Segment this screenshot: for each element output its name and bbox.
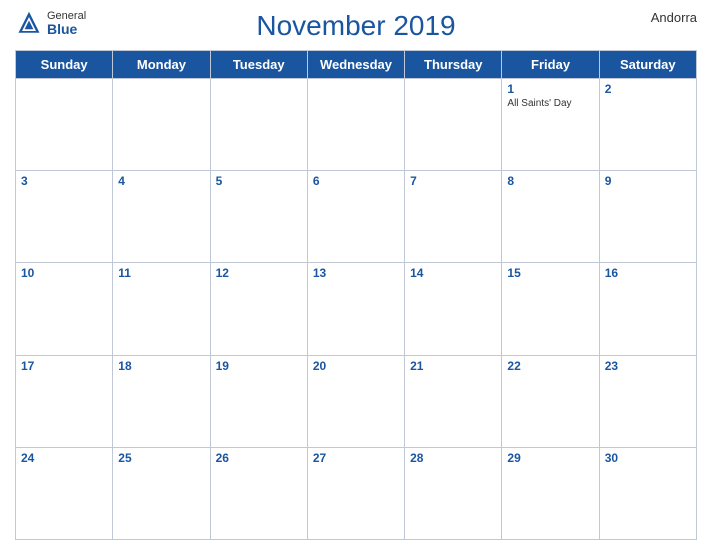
header-thursday: Thursday	[405, 51, 502, 79]
calendar-wrapper: General Blue November 2019 Andorra Sunda…	[0, 0, 712, 550]
day-number-25: 25	[118, 451, 204, 465]
day-cell-1-2: 5	[210, 171, 307, 263]
day-cell-3-4: 21	[405, 355, 502, 447]
week-row-1: 1 All Saints' Day 2	[16, 79, 697, 171]
day-cell-1-0: 3	[16, 171, 113, 263]
header-monday: Monday	[113, 51, 210, 79]
day-cell-4-3: 27	[307, 447, 404, 539]
day-number-4: 4	[118, 174, 204, 188]
day-cell-3-3: 20	[307, 355, 404, 447]
day-number-17: 17	[21, 359, 107, 373]
day-number-13: 13	[313, 266, 399, 280]
header-wednesday: Wednesday	[307, 51, 404, 79]
day-number-11: 11	[118, 266, 204, 280]
day-number-18: 18	[118, 359, 204, 373]
logo-blue: Blue	[47, 22, 86, 37]
day-number-29: 29	[507, 451, 593, 465]
week-row-3: 10 11 12 13 14 15 16	[16, 263, 697, 355]
day-header-row: Sunday Monday Tuesday Wednesday Thursday…	[16, 51, 697, 79]
day-cell-4-2: 26	[210, 447, 307, 539]
day-number-23: 23	[605, 359, 691, 373]
day-cell-1-6: 9	[599, 171, 696, 263]
day-cell-0-5: 1 All Saints' Day	[502, 79, 599, 171]
day-number-1: 1	[507, 82, 593, 96]
day-cell-3-5: 22	[502, 355, 599, 447]
day-cell-4-1: 25	[113, 447, 210, 539]
day-cell-1-4: 7	[405, 171, 502, 263]
day-cell-0-6: 2	[599, 79, 696, 171]
day-number-12: 12	[216, 266, 302, 280]
header-friday: Friday	[502, 51, 599, 79]
day-cell-2-2: 12	[210, 263, 307, 355]
day-number-30: 30	[605, 451, 691, 465]
week-row-4: 17 18 19 20 21 22 23	[16, 355, 697, 447]
header-tuesday: Tuesday	[210, 51, 307, 79]
day-number-27: 27	[313, 451, 399, 465]
calendar-body: 1All Saints' Day234567891011121314151617…	[16, 79, 697, 540]
calendar-table: Sunday Monday Tuesday Wednesday Thursday…	[15, 50, 697, 540]
day-cell-1-1: 4	[113, 171, 210, 263]
day-number-26: 26	[216, 451, 302, 465]
day-cell-0-0	[16, 79, 113, 171]
day-cell-3-1: 18	[113, 355, 210, 447]
day-number-15: 15	[507, 266, 593, 280]
day-cell-2-1: 11	[113, 263, 210, 355]
day-cell-3-2: 19	[210, 355, 307, 447]
day-number-8: 8	[507, 174, 593, 188]
day-cell-0-2	[210, 79, 307, 171]
day-number-6: 6	[313, 174, 399, 188]
day-cell-4-4: 28	[405, 447, 502, 539]
calendar-title: November 2019	[256, 10, 455, 42]
day-number-7: 7	[410, 174, 496, 188]
day-cell-4-5: 29	[502, 447, 599, 539]
day-cell-2-0: 10	[16, 263, 113, 355]
day-number-2: 2	[605, 82, 691, 96]
week-row-5: 24 25 26 27 28 29 30	[16, 447, 697, 539]
week-row-2: 3456789	[16, 171, 697, 263]
day-cell-2-4: 14	[405, 263, 502, 355]
day-number-21: 21	[410, 359, 496, 373]
country-label: Andorra	[651, 10, 697, 25]
calendar-header: General Blue November 2019 Andorra	[15, 10, 697, 42]
day-cell-0-3	[307, 79, 404, 171]
day-cell-4-6: 30	[599, 447, 696, 539]
header-saturday: Saturday	[599, 51, 696, 79]
day-number-10: 10	[21, 266, 107, 280]
day-number-9: 9	[605, 174, 691, 188]
day-number-20: 20	[313, 359, 399, 373]
day-cell-0-1	[113, 79, 210, 171]
day-number-19: 19	[216, 359, 302, 373]
day-cell-2-5: 15	[502, 263, 599, 355]
logo: General Blue	[15, 10, 86, 38]
day-number-22: 22	[507, 359, 593, 373]
day-number-5: 5	[216, 174, 302, 188]
day-cell-1-5: 8	[502, 171, 599, 263]
logo-icon	[15, 10, 43, 38]
day-cell-4-0: 24	[16, 447, 113, 539]
holiday-1: All Saints' Day	[507, 98, 593, 109]
day-cell-2-6: 16	[599, 263, 696, 355]
day-number-14: 14	[410, 266, 496, 280]
day-number-16: 16	[605, 266, 691, 280]
logo-text: General Blue	[47, 10, 86, 37]
day-cell-2-3: 13	[307, 263, 404, 355]
day-number-3: 3	[21, 174, 107, 188]
day-cell-1-3: 6	[307, 171, 404, 263]
header-sunday: Sunday	[16, 51, 113, 79]
day-cell-3-0: 17	[16, 355, 113, 447]
day-cell-3-6: 23	[599, 355, 696, 447]
day-cell-0-4	[405, 79, 502, 171]
day-number-28: 28	[410, 451, 496, 465]
day-number-24: 24	[21, 451, 107, 465]
